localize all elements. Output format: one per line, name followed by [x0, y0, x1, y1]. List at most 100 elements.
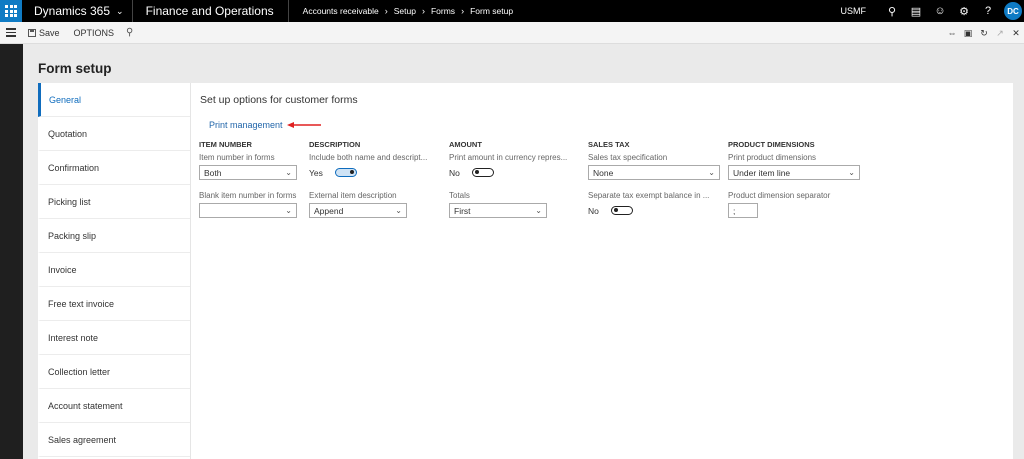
action-pane: Save OPTIONS ⚲ ⇔ ▣ ↻ ↗ ✕ — [0, 22, 1024, 44]
group-header: PRODUCT DIMENSIONS — [728, 140, 815, 149]
top-nav-bar: Dynamics 365 ⌄ Finance and Operations Ac… — [0, 0, 1024, 22]
tab-picking-list[interactable]: Picking list — [38, 185, 190, 219]
search-icon[interactable]: ⚲ — [880, 0, 904, 22]
field-label: Blank item number in forms — [199, 191, 297, 200]
field-label: Sales tax specification — [588, 153, 668, 162]
select-value: Append — [314, 205, 344, 216]
company-picker[interactable]: USMF — [841, 6, 881, 16]
tab-general[interactable]: General — [38, 83, 190, 117]
chevron-right-icon: › — [461, 6, 465, 16]
description-group: DESCRIPTION Include both name and descri… — [309, 140, 433, 218]
select-value: None — [593, 167, 614, 178]
field-label: Totals — [449, 191, 470, 200]
help-icon[interactable]: ? — [976, 0, 1000, 22]
save-label: Save — [39, 27, 60, 38]
print-currency-toggle-row: No — [449, 165, 579, 180]
sales-tax-specification-select[interactable]: None ⌄ — [588, 165, 720, 180]
avatar[interactable]: DC — [1004, 2, 1022, 20]
tab-sales-agreement[interactable]: Sales agreement — [38, 423, 190, 457]
open-new-window-icon[interactable]: ↗ — [992, 22, 1008, 44]
tab-interest-note[interactable]: Interest note — [38, 321, 190, 355]
tab-confirmation[interactable]: Confirmation — [38, 151, 190, 185]
breadcrumb-item[interactable]: Forms — [431, 6, 455, 16]
include-both-toggle-row: Yes — [309, 165, 433, 180]
external-item-description-select[interactable]: Append ⌄ — [309, 203, 407, 218]
section-title: Set up options for customer forms — [200, 94, 358, 106]
breadcrumb-item[interactable]: Accounts receivable — [303, 6, 379, 16]
tab-quotation[interactable]: Quotation — [38, 117, 190, 151]
gear-icon[interactable]: ⚙ — [952, 0, 976, 22]
chevron-down-icon: ⌄ — [395, 206, 402, 215]
app-name: Dynamics 365 — [34, 4, 111, 18]
product-dimensions-group: PRODUCT DIMENSIONS Print product dimensi… — [728, 140, 860, 218]
toggle-state: Yes — [309, 167, 323, 178]
general-tab-content: Set up options for customer forms Print … — [191, 83, 1013, 459]
feedback-smile-icon[interactable]: ☺ — [928, 0, 952, 22]
left-nav-strip — [0, 44, 23, 459]
field-label: Item number in forms — [199, 153, 275, 162]
blank-item-number-select[interactable]: ⌄ — [199, 203, 297, 218]
group-header: DESCRIPTION — [309, 140, 361, 149]
select-value: Both — [204, 167, 222, 178]
breadcrumb-item[interactable]: Form setup — [470, 6, 513, 16]
tab-collection-letter[interactable]: Collection letter — [38, 355, 190, 389]
app-launcher-button[interactable] — [0, 0, 22, 22]
waffle-icon — [5, 5, 17, 17]
module-name: Finance and Operations — [145, 4, 274, 18]
app-name-menu[interactable]: Dynamics 365 ⌄ — [22, 0, 132, 22]
print-currency-toggle[interactable] — [471, 168, 494, 177]
page-title: Form setup — [38, 61, 112, 76]
toggle-state: No — [449, 167, 460, 178]
chevron-down-icon: ⌄ — [285, 168, 292, 177]
field-label: Separate tax exempt balance in ... — [588, 191, 710, 200]
item-number-in-forms-select[interactable]: Both ⌄ — [199, 165, 297, 180]
item-number-group: ITEM NUMBER Item number in forms Both ⌄ … — [199, 140, 297, 218]
connections-icon[interactable]: ⇔ — [944, 22, 960, 44]
save-icon — [28, 28, 36, 37]
field-label: Print amount in currency repres... — [449, 153, 568, 162]
group-header: ITEM NUMBER — [199, 140, 252, 149]
amount-group: AMOUNT Print amount in currency repres..… — [449, 140, 579, 218]
print-management-link[interactable]: Print management — [209, 120, 283, 130]
chevron-right-icon: › — [384, 6, 388, 16]
breadcrumb: Accounts receivable › Setup › Forms › Fo… — [289, 6, 513, 16]
tab-packing-slip[interactable]: Packing slip — [38, 219, 190, 253]
group-header: AMOUNT — [449, 140, 482, 149]
product-dimension-separator-input[interactable]: ; — [728, 203, 758, 218]
sales-tax-group: SALES TAX Sales tax specification None ⌄… — [588, 140, 720, 218]
group-header: SALES TAX — [588, 140, 630, 149]
message-icon[interactable]: ▤ — [904, 0, 928, 22]
office-icon[interactable]: ▣ — [960, 22, 976, 44]
chevron-right-icon: › — [421, 6, 425, 16]
search-icon[interactable]: ⚲ — [122, 27, 133, 38]
tab-free-text-invoice[interactable]: Free text invoice — [38, 287, 190, 321]
select-value: First — [454, 205, 471, 216]
chevron-down-icon: ⌄ — [285, 206, 292, 215]
chevron-down-icon: ⌄ — [848, 168, 855, 177]
chevron-down-icon: ⌄ — [535, 206, 542, 215]
tab-invoice[interactable]: Invoice — [38, 253, 190, 287]
save-button[interactable]: Save — [22, 28, 66, 38]
select-value: Under item line — [733, 167, 791, 178]
chevron-down-icon: ⌄ — [116, 5, 124, 16]
chevron-down-icon: ⌄ — [708, 168, 715, 177]
include-both-toggle[interactable] — [334, 168, 357, 177]
tab-account-statement[interactable]: Account statement — [38, 389, 190, 423]
totals-select[interactable]: First ⌄ — [449, 203, 547, 218]
toggle-state: No — [588, 205, 599, 216]
close-icon[interactable]: ✕ — [1008, 22, 1024, 44]
print-product-dimensions-select[interactable]: Under item line ⌄ — [728, 165, 860, 180]
breadcrumb-item[interactable]: Setup — [394, 6, 416, 16]
field-label: Product dimension separator — [728, 191, 831, 200]
red-arrow-annotation — [287, 122, 321, 128]
field-label: External item description — [309, 191, 397, 200]
refresh-icon[interactable]: ↻ — [976, 22, 992, 44]
navigation-menu-icon[interactable] — [0, 22, 22, 44]
options-button[interactable]: OPTIONS — [66, 28, 123, 38]
separate-tax-toggle-row: No — [588, 203, 720, 218]
field-label: Include both name and descript... — [309, 153, 428, 162]
top-right-actions: USMF ⚲ ▤ ☺ ⚙ ? DC — [841, 0, 1024, 22]
separate-tax-toggle[interactable] — [610, 206, 633, 215]
vertical-tabs: General Quotation Confirmation Picking l… — [38, 83, 191, 459]
action-pane-right: ⇔ ▣ ↻ ↗ ✕ — [944, 22, 1024, 44]
